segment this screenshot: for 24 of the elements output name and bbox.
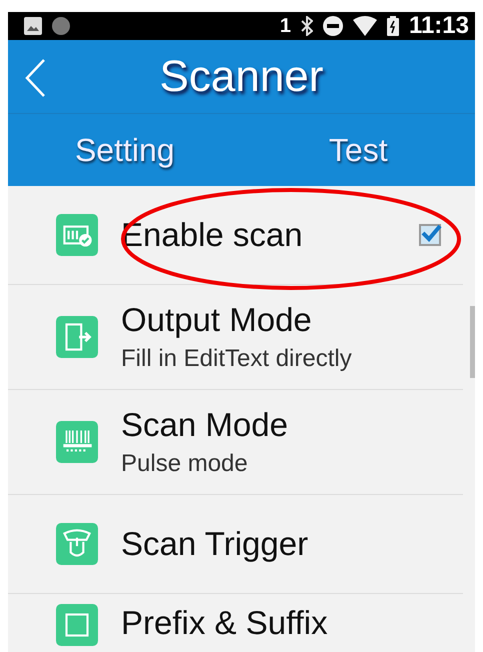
do-not-disturb-icon <box>322 16 343 36</box>
setting-title: Scan Mode <box>121 406 289 444</box>
square-icon <box>56 604 98 646</box>
setting-title: Scan Trigger <box>121 525 310 563</box>
wifi-icon <box>352 16 377 36</box>
setting-title: Output Mode <box>121 301 313 339</box>
scrollbar <box>470 306 475 378</box>
clock-time: 11:13 <box>408 12 469 40</box>
output-icon <box>56 316 98 358</box>
scan-settings-icon <box>56 214 98 256</box>
setting-value: Fill in EditText directly <box>121 345 353 373</box>
bluetooth-icon <box>300 16 313 36</box>
screen-title: Scanner <box>160 52 324 102</box>
battery-icon <box>386 16 399 36</box>
sim-slot-number: 1 <box>280 14 291 38</box>
setting-title: Prefix & Suffix <box>121 604 329 642</box>
tab[interactable]: Test <box>242 114 475 186</box>
trigger-icon <box>56 523 98 565</box>
setting-value: Pulse mode <box>121 450 249 478</box>
tab[interactable]: Setting <box>8 114 242 186</box>
barcode-icon <box>56 421 98 463</box>
circle-notification-icon <box>52 17 70 35</box>
checkbox[interactable] <box>419 224 441 246</box>
image-notification-icon <box>24 17 42 35</box>
